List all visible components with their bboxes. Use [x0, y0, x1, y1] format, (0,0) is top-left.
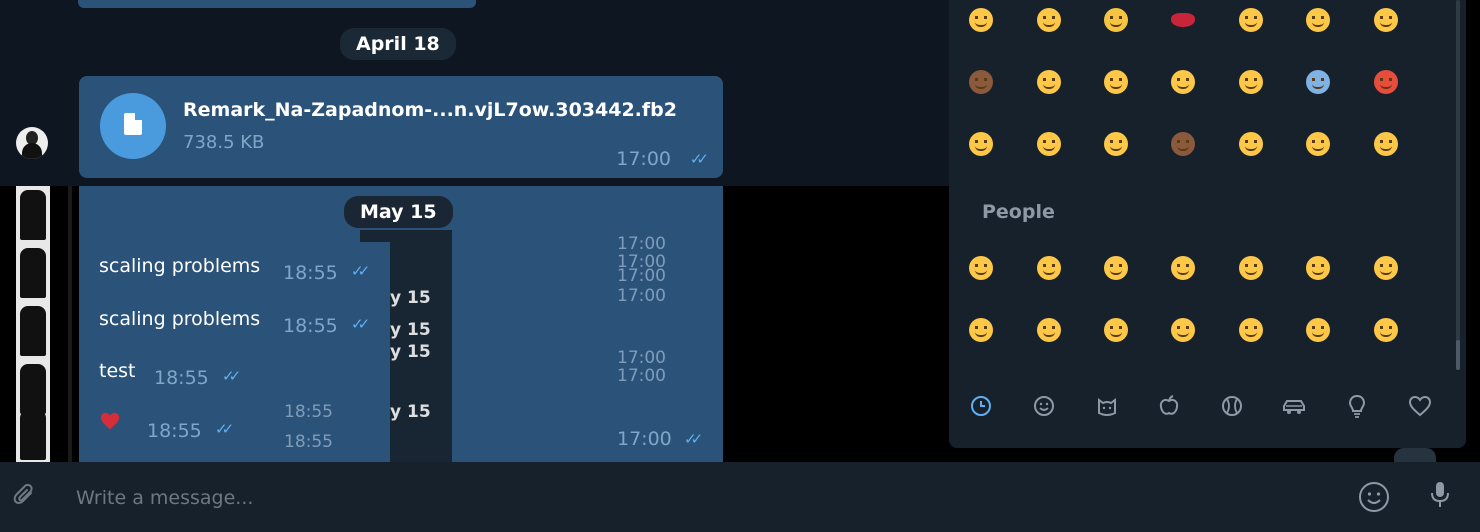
ghost-date: y 15: [390, 320, 431, 340]
grin-emoji-icon[interactable]: [1037, 8, 1061, 32]
ghost-time: 18:55: [284, 402, 333, 422]
innocent-emoji-icon[interactable]: [1171, 318, 1195, 342]
sweat-smile-emoji-icon[interactable]: [1306, 256, 1330, 280]
avatar-render-artifact: [16, 186, 50, 462]
cry-emoji-icon[interactable]: [1171, 70, 1195, 94]
previous-message-bubble: [78, 0, 476, 8]
smirk-emoji-icon[interactable]: [969, 8, 993, 32]
read-checkmark-icon: ✓✓: [351, 315, 370, 333]
message-time: 18:55: [154, 367, 209, 389]
chat-history-top: April 18 Remark_Na-Zapadnom-...n.vjL7ow.…: [0, 0, 986, 186]
disappointed-emoji-icon[interactable]: [969, 132, 993, 156]
kiss-lips-emoji-icon[interactable]: [1171, 13, 1195, 27]
grin-emoji-icon[interactable]: [1171, 256, 1195, 280]
tongue-wink-emoji-icon[interactable]: [1374, 8, 1398, 32]
avatar[interactable]: [16, 127, 48, 159]
emoji-button[interactable]: [1357, 480, 1391, 514]
ghost-date: y 15: [390, 342, 431, 362]
flushed-emoji-icon[interactable]: [1306, 8, 1330, 32]
laughing-emoji-icon[interactable]: [1239, 256, 1263, 280]
message-text[interactable]: test: [99, 360, 136, 382]
animals-icon[interactable]: [1094, 393, 1120, 419]
ghost-time: 17:00: [617, 286, 666, 306]
yum-emoji-icon[interactable]: [1374, 132, 1398, 156]
microphone-icon[interactable]: [1428, 480, 1452, 510]
date-separator: April 18: [340, 28, 456, 60]
message-time: 18:55: [283, 262, 338, 284]
paperclip-icon[interactable]: [12, 482, 38, 508]
message-input[interactable]: [74, 482, 1278, 514]
squint-tongue-emoji-icon[interactable]: [1239, 70, 1263, 94]
emoji-scrollbar[interactable]: [1456, 0, 1460, 370]
ghost-date: y 15: [390, 402, 431, 422]
activity-icon[interactable]: [1219, 393, 1245, 419]
recent-clock-icon[interactable]: [968, 393, 994, 419]
date-separator: May 15: [344, 196, 453, 228]
ghost-time: 18:55: [284, 432, 333, 452]
wink-emoji-icon[interactable]: [1374, 318, 1398, 342]
relaxed-emoji-icon[interactable]: [1104, 132, 1128, 156]
objects-icon[interactable]: [1344, 393, 1370, 419]
message-list: scaling problems 18:55 ✓✓ scaling proble…: [79, 242, 390, 462]
monkey-emoji-icon[interactable]: [1171, 132, 1195, 156]
grinning-emoji-icon[interactable]: [969, 256, 993, 280]
emoji-panel: People: [949, 0, 1466, 448]
message-composer: [0, 462, 1480, 532]
smiley-emoji-icon[interactable]: [1104, 70, 1128, 94]
angry-emoji-icon[interactable]: [1374, 70, 1398, 94]
message-time: 17:00: [616, 148, 671, 170]
sweat-smile-emoji-icon[interactable]: [1037, 132, 1061, 156]
document-icon[interactable]: [100, 93, 166, 159]
see-no-evil-monkey-emoji-icon[interactable]: [969, 70, 993, 94]
ghost-time: 17:00: [617, 366, 666, 386]
relaxed-emoji-icon[interactable]: [1037, 318, 1061, 342]
ghost-date: y 15: [390, 288, 431, 308]
food-icon[interactable]: [1156, 393, 1182, 419]
message-text[interactable]: scaling problems: [99, 255, 260, 277]
message-text[interactable]: scaling problems: [99, 308, 260, 330]
unamused-emoji-icon[interactable]: [1239, 8, 1263, 32]
message-time: 17:00: [617, 428, 672, 450]
read-checkmark-icon: ✓✓: [351, 262, 370, 280]
read-checkmark-icon: ✓✓: [222, 367, 241, 385]
scream-emoji-icon[interactable]: [1306, 70, 1330, 94]
heart-emoji-icon[interactable]: [99, 410, 121, 432]
message-time: 18:55: [147, 420, 202, 442]
file-message-bubble[interactable]: Remark_Na-Zapadnom-...n.vjL7ow.303442.fb…: [79, 76, 723, 178]
ghost-time: 17:00: [617, 266, 666, 286]
sob-emoji-icon[interactable]: [1104, 8, 1128, 32]
read-checkmark-icon: ✓✓: [215, 420, 234, 438]
smile-emoji-icon[interactable]: [1104, 256, 1128, 280]
file-size: 738.5 KB: [183, 132, 265, 153]
ghost-time: 17:00: [617, 348, 666, 368]
render-artifact-line: [68, 186, 72, 462]
relieved-emoji-icon[interactable]: [1239, 132, 1263, 156]
travel-icon[interactable]: [1281, 393, 1307, 419]
smileys-icon[interactable]: [1031, 393, 1057, 419]
background-artifact: [1394, 448, 1436, 462]
blush-emoji-icon[interactable]: [1104, 318, 1128, 342]
upside-down-emoji-icon[interactable]: [1306, 318, 1330, 342]
smiley-emoji-icon[interactable]: [1037, 256, 1061, 280]
message-time: 18:55: [283, 315, 338, 337]
joy-emoji-icon[interactable]: [1374, 256, 1398, 280]
ghost-time: 17:00: [617, 234, 666, 254]
file-name: Remark_Na-Zapadnom-...n.vjL7ow.303442.fb…: [183, 99, 677, 121]
read-checkmark-icon: ✓✓: [689, 150, 709, 168]
symbols-icon[interactable]: [1407, 393, 1433, 419]
grin-emoji-icon[interactable]: [1306, 132, 1330, 156]
rofl-emoji-icon[interactable]: [969, 318, 993, 342]
read-checkmark-icon: ✓✓: [684, 430, 703, 448]
wink-emoji-icon[interactable]: [1037, 70, 1061, 94]
emoji-section-title: People: [982, 201, 1055, 223]
slight-smile-emoji-icon[interactable]: [1239, 318, 1263, 342]
